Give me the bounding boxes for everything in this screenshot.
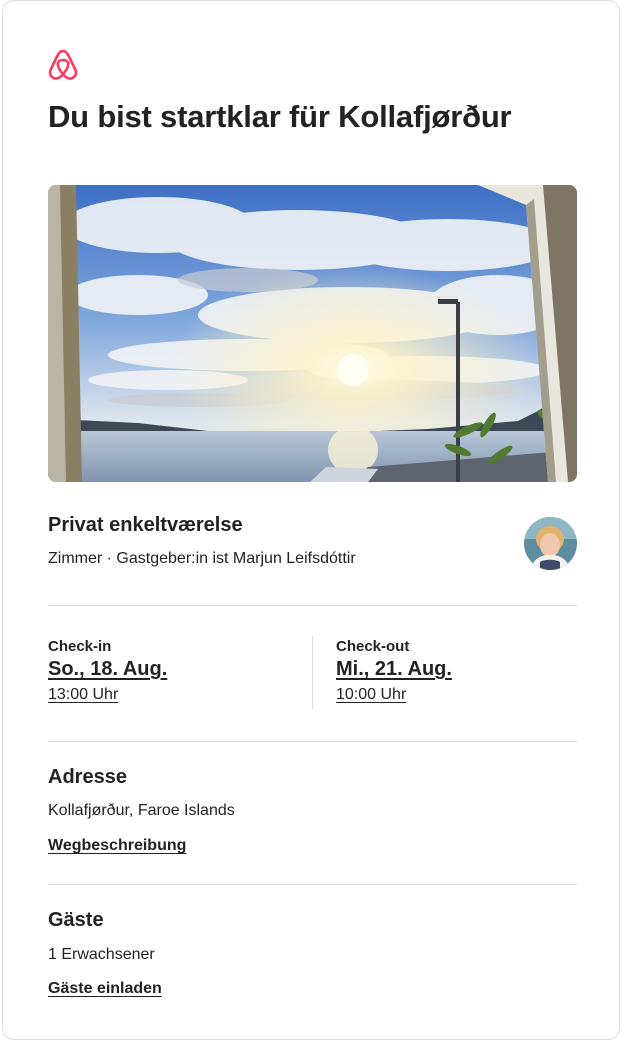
airbnb-logo-icon[interactable] <box>47 48 79 82</box>
guests-heading: Gäste <box>48 909 104 931</box>
address-heading: Adresse <box>48 766 127 788</box>
checkout-date[interactable]: Mi., 21. Aug. <box>336 658 452 681</box>
checkin-time[interactable]: 13:00 Uhr <box>48 686 118 704</box>
page-title: Du bist startklar für Kollafjørður <box>48 99 512 134</box>
confirmation-card: Du bist startklar für Kollafjørður Priva… <box>2 0 620 1040</box>
listing-subtitle: Zimmer · Gastgeber:in ist Marjun Leifsdó… <box>48 550 356 567</box>
invite-guests-link[interactable]: Gäste einladen <box>48 980 162 998</box>
address-value: Kollafjørður, Faroe Islands <box>48 802 235 819</box>
listing-photo[interactable] <box>48 185 577 482</box>
divider <box>48 605 577 606</box>
guests-value: 1 Erwachsener <box>48 946 155 963</box>
checkout-time[interactable]: 10:00 Uhr <box>336 686 406 704</box>
divider <box>48 884 577 885</box>
checkout-label: Check-out <box>336 638 410 655</box>
checkin-date[interactable]: So., 18. Aug. <box>48 658 167 681</box>
checkin-checkout-divider <box>312 636 313 709</box>
directions-link[interactable]: Wegbeschreibung <box>48 837 186 855</box>
divider <box>48 741 577 742</box>
checkin-label: Check-in <box>48 638 112 655</box>
listing-title: Privat enkeltværelse <box>48 514 243 536</box>
host-avatar[interactable] <box>524 517 577 570</box>
